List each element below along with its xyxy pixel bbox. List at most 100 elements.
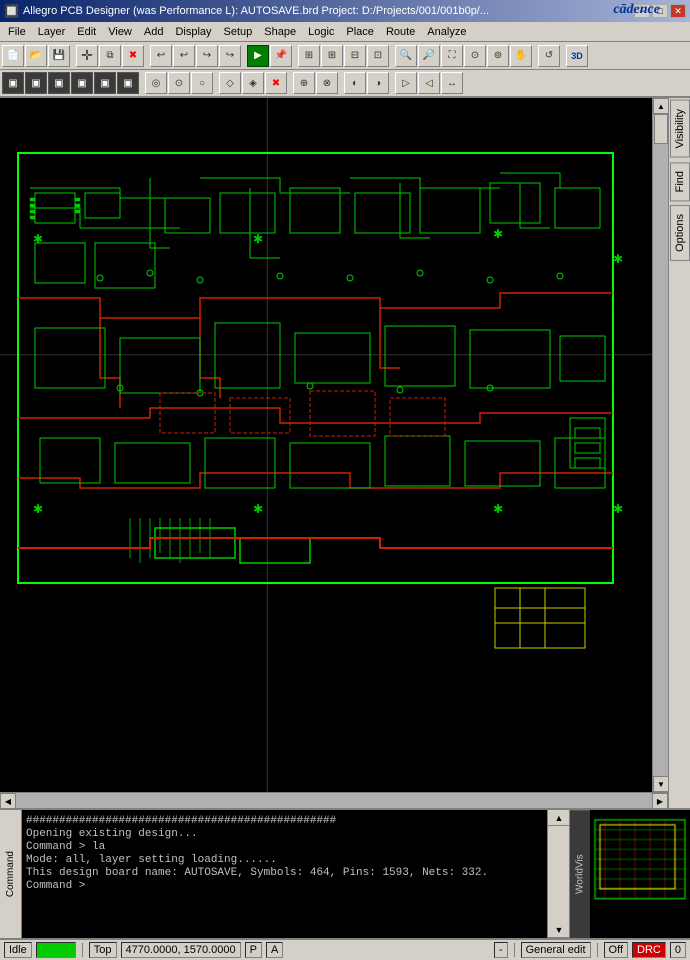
tb2-arr1[interactable]: ▷: [395, 72, 417, 94]
undo-button[interactable]: ↩: [150, 45, 172, 67]
console-scroll-down[interactable]: ▼: [548, 922, 570, 938]
menu-file[interactable]: File: [2, 24, 32, 40]
zoom-fit-button[interactable]: ⛶: [441, 45, 463, 67]
status-separator-2: [514, 943, 515, 957]
scroll-track-h[interactable]: [16, 793, 652, 808]
new-button[interactable]: 📄: [2, 45, 24, 67]
layer-indicator: Top: [89, 942, 117, 958]
tb2-btn5[interactable]: ▣: [94, 72, 116, 94]
snap-button[interactable]: ✛: [76, 45, 98, 67]
menu-shape[interactable]: Shape: [258, 24, 302, 40]
idle-status: Idle: [4, 942, 32, 958]
menu-place[interactable]: Place: [340, 24, 380, 40]
cadence-logo: cādence: [613, 2, 660, 18]
menu-display[interactable]: Display: [169, 24, 217, 40]
console-output[interactable]: ########################################…: [22, 810, 548, 938]
menu-edit[interactable]: Edit: [71, 24, 102, 40]
grid2-button[interactable]: ⊞: [321, 45, 343, 67]
console-scroll-up[interactable]: ▲: [548, 810, 570, 826]
zoom-next-button[interactable]: ⊚: [487, 45, 509, 67]
tb2-shape1[interactable]: ◇: [219, 72, 241, 94]
pcb-canvas-area[interactable]: ✱ ✱ ✱ ✱ ✱ ✱ ✱ ✱: [0, 98, 652, 792]
undo2-button[interactable]: ↩: [173, 45, 195, 67]
worldview-label: WorldVis: [570, 810, 590, 938]
pan-button[interactable]: ✋: [510, 45, 532, 67]
tb2-swap[interactable]: ↔: [441, 72, 463, 94]
window-title: Allegro PCB Designer (was Performance L)…: [23, 5, 489, 17]
dash-indicator: -: [494, 942, 508, 958]
svg-text:✱: ✱: [33, 502, 43, 516]
tb2-btn2[interactable]: ▣: [25, 72, 47, 94]
tb2-btn6[interactable]: ▣: [117, 72, 139, 94]
worldview-panel: WorldVis: [570, 810, 690, 938]
scroll-thumb-v[interactable]: [654, 114, 668, 144]
console-scrollbar[interactable]: [548, 826, 569, 922]
coords-text: 4770.0000, 1570.0000: [126, 944, 236, 956]
tb2-plus2[interactable]: ⊗: [316, 72, 338, 94]
drc-indicator: DRC: [632, 942, 666, 958]
scroll-track-v[interactable]: [653, 114, 668, 776]
tb2-btn4[interactable]: ▣: [71, 72, 93, 94]
tb2-x[interactable]: ✖: [265, 72, 287, 94]
refresh-button[interactable]: ↺: [538, 45, 560, 67]
options-tab[interactable]: Options: [670, 205, 690, 261]
scroll-left-arrow[interactable]: ◀: [0, 793, 16, 809]
tb2-half1[interactable]: ◐: [344, 72, 366, 94]
tb2-plus1[interactable]: ⊕: [293, 72, 315, 94]
console-sidebar: ▲ ▼: [548, 810, 570, 938]
3d-button[interactable]: 3D: [566, 45, 588, 67]
run-button[interactable]: ▶: [247, 45, 269, 67]
idle-text: Idle: [9, 944, 27, 956]
app-icon: 🔲: [4, 4, 19, 18]
menu-analyze[interactable]: Analyze: [421, 24, 472, 40]
delete-button[interactable]: ✖: [122, 45, 144, 67]
menu-setup[interactable]: Setup: [218, 24, 259, 40]
mode-display: General edit: [521, 942, 591, 958]
svg-text:✱: ✱: [613, 502, 623, 516]
save-button[interactable]: 💾: [48, 45, 70, 67]
command-label-text: Command: [5, 851, 16, 897]
menu-layer[interactable]: Layer: [32, 24, 72, 40]
tb2-half2[interactable]: ◑: [367, 72, 389, 94]
scroll-up-arrow[interactable]: ▲: [653, 98, 669, 114]
tb2-arr2[interactable]: ◁: [418, 72, 440, 94]
grid1-button[interactable]: ⊞: [298, 45, 320, 67]
console-line-6: Command >: [26, 880, 543, 892]
vertical-scrollbar[interactable]: ▲ ▼: [652, 98, 668, 792]
svg-text:✱: ✱: [33, 232, 43, 246]
visibility-tab[interactable]: Visibility: [670, 100, 690, 158]
menu-add[interactable]: Add: [138, 24, 170, 40]
grid4-button[interactable]: ⊡: [367, 45, 389, 67]
canvas-container: ✱ ✱ ✱ ✱ ✱ ✱ ✱ ✱: [0, 98, 668, 808]
pcb-svg: ✱ ✱ ✱ ✱ ✱ ✱ ✱ ✱: [0, 98, 652, 792]
scroll-right-arrow[interactable]: ▶: [652, 793, 668, 809]
menu-view[interactable]: View: [102, 24, 138, 40]
redo2-button[interactable]: ↪: [219, 45, 241, 67]
flag-a: A: [266, 942, 283, 958]
menu-logic[interactable]: Logic: [302, 24, 340, 40]
tb2-circle3[interactable]: ○: [191, 72, 213, 94]
scroll-down-arrow[interactable]: ▼: [653, 776, 669, 792]
menu-route[interactable]: Route: [380, 24, 421, 40]
zoom-prev-button[interactable]: ⊙: [464, 45, 486, 67]
close-button[interactable]: ✕: [670, 4, 686, 18]
tb2-circle2[interactable]: ⊙: [168, 72, 190, 94]
run-indicator: [36, 942, 76, 958]
tb2-circle1[interactable]: ◎: [145, 72, 167, 94]
grid3-button[interactable]: ⊟: [344, 45, 366, 67]
tb2-btn1[interactable]: ▣: [2, 72, 24, 94]
copy-button[interactable]: ⧉: [99, 45, 121, 67]
worldview-canvas: [590, 810, 690, 938]
zoom-in-button[interactable]: 🔍: [395, 45, 417, 67]
tb2-shape2[interactable]: ◈: [242, 72, 264, 94]
right-panel: Visibility Find Options: [668, 98, 690, 808]
tb2-btn3[interactable]: ▣: [48, 72, 70, 94]
open-button[interactable]: 📂: [25, 45, 47, 67]
layer-text: Top: [94, 944, 112, 956]
find-tab[interactable]: Find: [670, 162, 690, 201]
pin-button[interactable]: 📌: [270, 45, 292, 67]
horizontal-scrollbar[interactable]: ◀ ▶: [0, 792, 668, 808]
zoom-out-button[interactable]: 🔎: [418, 45, 440, 67]
status-separator-1: [82, 943, 83, 957]
redo-button[interactable]: ↪: [196, 45, 218, 67]
